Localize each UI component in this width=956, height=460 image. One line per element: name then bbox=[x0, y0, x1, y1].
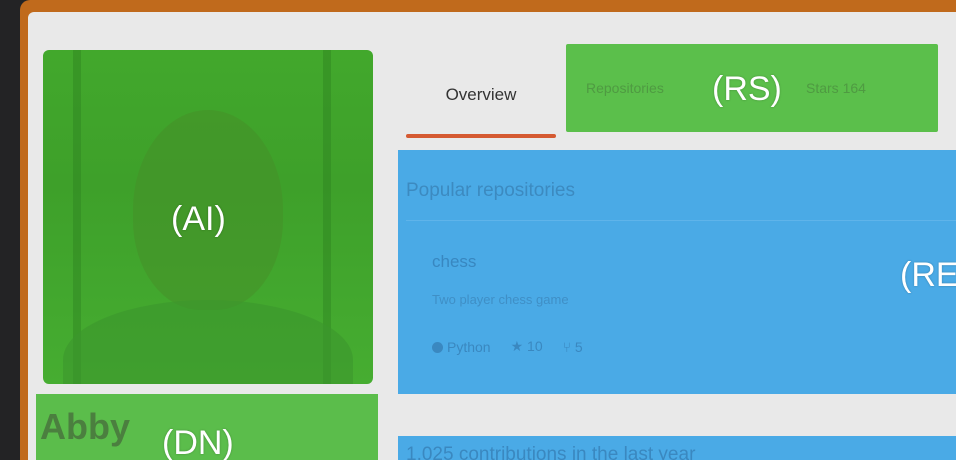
repo-link[interactable]: chess bbox=[432, 252, 476, 272]
contributions-summary: 1,025 contributions in the last year bbox=[406, 444, 696, 460]
tab-stars-label: Stars bbox=[806, 80, 839, 96]
repo-language-label: Python bbox=[447, 338, 491, 355]
display-name-annotation: (DN) bbox=[162, 424, 234, 460]
stars-count: 164 bbox=[842, 80, 866, 96]
divider bbox=[406, 220, 956, 221]
repo-forks[interactable]: ⑂ 5 bbox=[563, 339, 583, 355]
profile-page: (AI) Abby (DN) Overview Repositories (RS… bbox=[28, 12, 956, 460]
language-color-icon bbox=[432, 342, 443, 354]
tab-stars[interactable]: Stars 164 bbox=[806, 80, 866, 96]
repositories-annotation: (RE) bbox=[900, 256, 956, 294]
repo-meta: Python ★ 10 ⑂ 5 bbox=[432, 338, 583, 355]
contributions-section: 1,025 contributions in the last year bbox=[398, 436, 956, 460]
display-name-region: Abby (DN) bbox=[36, 394, 378, 460]
repo-stars[interactable]: ★ 10 bbox=[511, 338, 543, 355]
section-title: Popular repositories bbox=[406, 180, 575, 201]
popular-repositories-section: Popular repositories chess Two player ch… bbox=[398, 150, 956, 394]
star-icon: ★ bbox=[510, 338, 524, 354]
repositories-stars-tabs: Repositories (RS) Stars 164 bbox=[566, 44, 938, 132]
repo-description: Two player chess game bbox=[432, 292, 569, 307]
fork-icon: ⑂ bbox=[562, 338, 572, 355]
avatar[interactable]: (AI) bbox=[43, 50, 373, 384]
active-tab-indicator bbox=[406, 134, 556, 138]
tabs-annotation: (RS) bbox=[712, 70, 782, 108]
avatar-annotation: (AI) bbox=[171, 200, 226, 238]
tab-repositories[interactable]: Repositories bbox=[586, 80, 664, 96]
repo-stars-count: 10 bbox=[527, 338, 543, 354]
tab-overview[interactable]: Overview bbox=[406, 70, 556, 120]
repo-language: Python bbox=[432, 339, 491, 355]
repo-forks-count: 5 bbox=[574, 338, 583, 355]
avatar-shoulders bbox=[63, 300, 353, 384]
display-name: Abby bbox=[40, 406, 130, 447]
